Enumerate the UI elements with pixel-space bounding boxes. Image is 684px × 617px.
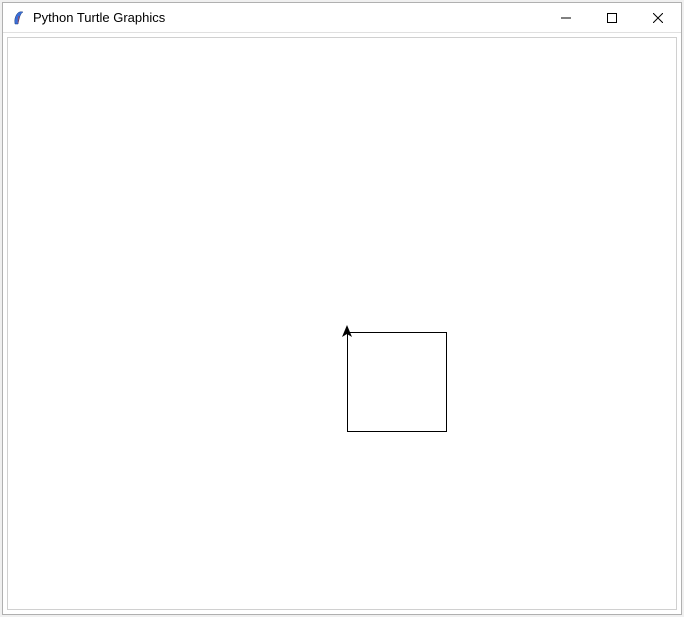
minimize-button[interactable] (543, 3, 589, 33)
turtle-canvas (7, 37, 677, 610)
window-controls (543, 3, 681, 32)
close-button[interactable] (635, 3, 681, 33)
tk-feather-icon (11, 10, 27, 26)
titlebar[interactable]: Python Turtle Graphics (3, 3, 681, 33)
drawn-square (347, 332, 447, 432)
turtle-cursor-icon (340, 325, 354, 342)
maximize-button[interactable] (589, 3, 635, 33)
window-title: Python Turtle Graphics (33, 10, 543, 25)
application-window: Python Turtle Graphics (2, 2, 682, 615)
